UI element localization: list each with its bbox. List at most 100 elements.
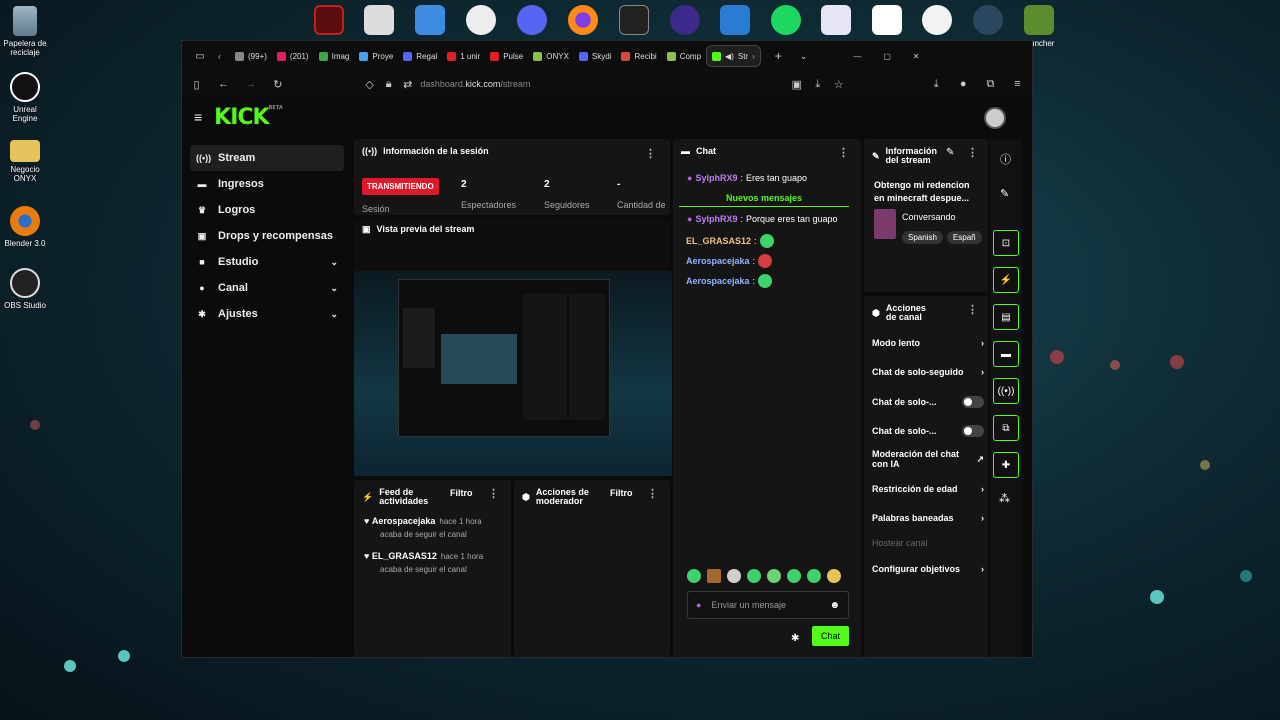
tab-overview-icon[interactable]: ▭ (182, 51, 218, 62)
kebab-menu-icon[interactable]: ⋮ (488, 487, 499, 500)
tab[interactable]: Regal (398, 45, 442, 67)
obs-desktop-icon[interactable]: OBS Studio (0, 268, 50, 310)
url-field[interactable]: dashboard.kick.com/stream (420, 79, 776, 89)
tab[interactable]: 1 unir (442, 45, 485, 67)
quick-action-button[interactable]: ▤ (993, 304, 1019, 330)
reload-icon[interactable]: ↻ (271, 78, 284, 91)
new-tab-icon[interactable]: + (775, 49, 782, 63)
save-page-icon[interactable]: ⤓ (811, 78, 824, 91)
subscribers-only-toggle[interactable] (962, 396, 984, 408)
quick-action-button[interactable]: ⚡ (993, 267, 1019, 293)
ai-moderation-row[interactable]: Moderación del chat con IA ↗ (872, 449, 984, 469)
quick-action-button[interactable]: ((•)) (993, 378, 1019, 404)
app-web-icon[interactable] (670, 5, 700, 35)
kick-logo[interactable]: KICKBETA (214, 105, 283, 130)
banned-words-row[interactable]: Palabras baneadas › (872, 513, 984, 523)
maximize-icon[interactable]: ▢ (883, 52, 891, 61)
app-octopus-icon[interactable] (922, 5, 952, 35)
emote-icon[interactable] (827, 569, 841, 583)
epic-games-icon[interactable] (619, 5, 649, 35)
app-red-icon[interactable] (314, 5, 344, 35)
quick-action-button[interactable]: ✚ (993, 452, 1019, 478)
chat-user[interactable]: Aerospacejaka (686, 256, 750, 266)
emote-icon[interactable] (807, 569, 821, 583)
kebab-menu-icon[interactable]: ⋮ (647, 487, 658, 500)
permissions-icon[interactable]: ⇄ (401, 78, 414, 91)
sidebar-item-drops[interactable]: ▣ Drops y recompensas (190, 223, 344, 249)
discord-icon[interactable] (517, 5, 547, 35)
tab[interactable]: (201) (272, 45, 314, 67)
sidebar-item-ajustes[interactable]: ✱ Ajustes ⌄ (190, 301, 344, 327)
tab[interactable]: ONYX (528, 45, 574, 67)
chat-user[interactable]: SylphRX9 (695, 214, 737, 224)
emote-icon[interactable] (747, 569, 761, 583)
tab-scroll-left-icon[interactable]: ‹ (218, 52, 230, 61)
emote-icon[interactable] (687, 569, 701, 583)
pip-icon[interactable]: ▣ (790, 78, 803, 91)
recycle-bin-desktop-icon[interactable]: Papelera de reciclaje (0, 6, 50, 57)
quick-action-button[interactable]: ⧉ (993, 415, 1019, 441)
menu-icon[interactable]: ≡ (1011, 78, 1024, 90)
shield-icon[interactable]: ◇ (363, 78, 376, 91)
feed-user[interactable]: Aerospacejaka (372, 516, 436, 526)
age-restriction-row[interactable]: Restricción de edad › (872, 484, 984, 494)
sidebar-item-stream[interactable]: ((•)) Stream (190, 145, 344, 171)
hamburger-menu-icon[interactable]: ≡ (194, 109, 202, 125)
chat-settings-gear-icon[interactable]: ✱ (791, 633, 799, 644)
tag-pill[interactable]: Spanish (902, 231, 943, 244)
sidebar-item-canal[interactable]: ● Canal ⌄ (190, 275, 344, 301)
chat-input[interactable]: ● Enviar un mensaje ☻ (687, 591, 849, 619)
emoji-icon[interactable]: ☻ (829, 600, 840, 611)
capcut-icon[interactable] (872, 5, 902, 35)
tab[interactable]: Imag (314, 45, 355, 67)
roblox-studio-icon[interactable] (415, 5, 445, 35)
quick-action-button[interactable]: ⊡ (993, 230, 1019, 256)
chat-send-button[interactable]: Chat (812, 626, 849, 646)
bookmark-star-icon[interactable]: ☆ (832, 78, 845, 91)
sidebar-item-ingresos[interactable]: ▬ Ingresos (190, 171, 344, 197)
tab-active[interactable]: ◀) Str › (706, 45, 761, 67)
emote-icon[interactable] (767, 569, 781, 583)
tab[interactable]: Proye (354, 45, 398, 67)
minecraft-launcher-icon[interactable] (1024, 5, 1054, 35)
category-thumbnail[interactable] (874, 209, 896, 239)
kebab-menu-icon[interactable]: ⋮ (967, 146, 978, 159)
profile-icon[interactable]: ● (957, 78, 970, 90)
kebab-menu-icon[interactable]: ⋮ (838, 146, 849, 159)
emote-icon[interactable] (787, 569, 801, 583)
spotify-icon[interactable] (771, 5, 801, 35)
emote-icon[interactable] (727, 569, 741, 583)
tab[interactable]: (99+) (230, 45, 272, 67)
app-lightning-icon[interactable] (821, 5, 851, 35)
tab[interactable]: Skydi (574, 45, 617, 67)
slow-mode-row[interactable]: Modo lento › (872, 338, 984, 348)
chat-user[interactable]: SylphRX9 (695, 173, 737, 183)
info-icon[interactable]: ⓘ (1000, 151, 1011, 167)
followers-only-row[interactable]: Chat de solo-seguido › (872, 367, 984, 377)
feed-user[interactable]: EL_GRASAS12 (372, 551, 437, 561)
filter-button[interactable]: Filtro (610, 488, 633, 498)
roblox-icon[interactable] (364, 5, 394, 35)
tab[interactable]: Pulse (485, 45, 528, 67)
quick-action-button[interactable]: ▬ (993, 341, 1019, 367)
steam-icon[interactable] (973, 5, 1003, 35)
forward-icon[interactable]: → (244, 78, 257, 90)
close-window-icon[interactable]: ✕ (913, 52, 920, 61)
emotes-only-toggle[interactable] (962, 425, 984, 437)
avatar[interactable] (984, 107, 1006, 129)
more-actions-icon[interactable]: ⁂ (999, 492, 1010, 505)
filter-button[interactable]: Filtro (450, 488, 473, 498)
sidebar-toggle-icon[interactable]: ▯ (190, 78, 203, 91)
downloads-icon[interactable]: ⤓ (930, 78, 943, 91)
tab-list-chevron-icon[interactable]: ⌄ (800, 51, 808, 62)
chat-user[interactable]: Aerospacejaka (686, 276, 750, 286)
kebab-menu-icon[interactable]: ⋮ (967, 303, 978, 316)
sidebar-item-estudio[interactable]: ■ Estudio ⌄ (190, 249, 344, 275)
tab[interactable]: Comp (662, 45, 706, 67)
edit-pencil-icon[interactable]: ✎ (946, 147, 954, 158)
kebab-menu-icon[interactable]: ⋮ (645, 147, 656, 160)
chat-user[interactable]: EL_GRASAS12 (686, 236, 751, 246)
stream-preview[interactable] (354, 271, 672, 476)
unreal-engine-desktop-icon[interactable]: Unreal Engine (0, 72, 50, 123)
edit-quick-actions-icon[interactable]: ✎ (1000, 187, 1009, 200)
